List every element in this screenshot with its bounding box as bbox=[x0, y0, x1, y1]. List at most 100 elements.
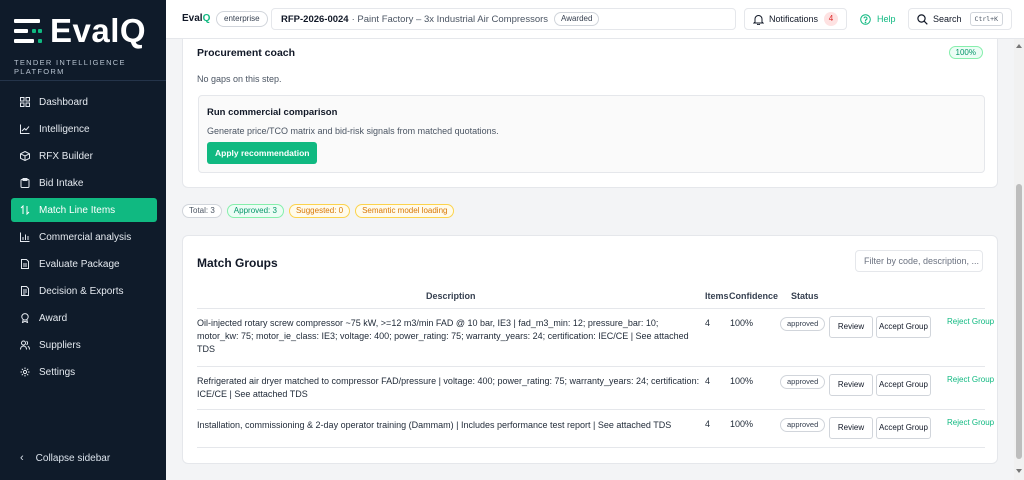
main-content: Procurement coach 100% No gaps on this s… bbox=[166, 39, 1014, 480]
match-summary: Total: 3 Approved: 3 Suggested: 0 Semant… bbox=[182, 204, 455, 218]
sidebar-item-label: Commercial analysis bbox=[39, 231, 132, 243]
notifications-button[interactable]: Notifications 4 bbox=[744, 8, 848, 30]
cube-icon bbox=[20, 151, 30, 161]
row-items: 4 bbox=[705, 318, 711, 328]
coach-progress-badge: 100% bbox=[948, 46, 983, 59]
review-button[interactable]: Review bbox=[829, 316, 873, 338]
suggested-badge: Suggested: 0 bbox=[288, 204, 351, 218]
row-confidence: 100% bbox=[730, 419, 754, 429]
column-header-confidence: Confidence bbox=[729, 291, 779, 301]
sidebar-divider bbox=[0, 80, 166, 81]
help-circle-icon bbox=[860, 13, 871, 25]
sidebar-item-label: Decision & Exports bbox=[39, 285, 124, 297]
match-groups-title: Match Groups bbox=[197, 256, 278, 270]
table-divider bbox=[197, 366, 985, 367]
column-header-items: Items bbox=[705, 291, 729, 301]
vertical-scrollbar[interactable] bbox=[1014, 39, 1024, 480]
recommendation-description: Generate price/TCO matrix and bid-risk s… bbox=[207, 126, 499, 136]
clipboard-icon bbox=[20, 178, 30, 188]
accept-group-button[interactable]: Accept Group bbox=[876, 316, 931, 338]
recommendation-panel: Run commercial comparison Generate price… bbox=[198, 95, 985, 173]
row-confidence: 100% bbox=[730, 376, 754, 386]
row-confidence: 100% bbox=[730, 318, 754, 328]
search-label: Search bbox=[933, 14, 962, 24]
accept-group-button[interactable]: Accept Group bbox=[876, 417, 931, 439]
sidebar-item-match-line-items[interactable]: Match Line Items bbox=[11, 198, 157, 222]
coach-title: Procurement coach bbox=[197, 47, 296, 59]
sidebar-item-intelligence[interactable]: Intelligence bbox=[11, 117, 157, 141]
sidebar-item-dashboard[interactable]: Dashboard bbox=[11, 90, 157, 114]
column-header-description: Description bbox=[426, 291, 476, 301]
sidebar-item-label: Evaluate Package bbox=[39, 258, 120, 270]
reject-group-button[interactable]: Reject Group bbox=[947, 317, 994, 327]
scroll-up-icon[interactable] bbox=[1016, 44, 1022, 48]
search-button[interactable]: Search Ctrl+K bbox=[908, 8, 1013, 30]
sidebar: EvalQ TENDER INTELLIGENCE PLATFORM Dashb… bbox=[0, 0, 166, 480]
row-status-badge: approved bbox=[780, 375, 826, 389]
plan-badge: enterprise bbox=[216, 11, 268, 27]
logo-tagline: TENDER INTELLIGENCE PLATFORM bbox=[14, 58, 126, 76]
collapse-sidebar-button[interactable]: ‹ Collapse sidebar bbox=[20, 452, 110, 464]
row-items: 4 bbox=[705, 376, 711, 386]
notifications-count-badge: 4 bbox=[824, 12, 839, 26]
sidebar-item-settings[interactable]: Settings bbox=[11, 360, 157, 384]
bar-chart-icon bbox=[20, 232, 30, 242]
rfp-selector[interactable]: RFP-2026-0024 · Paint Factory – 3x Indus… bbox=[271, 8, 736, 30]
sidebar-nav: Dashboard Intelligence RFX Builder Bid I… bbox=[11, 90, 157, 387]
swap-arrows-icon bbox=[20, 205, 30, 215]
brand-name: EvalQ bbox=[182, 13, 211, 24]
coach-note: No gaps on this step. bbox=[197, 74, 282, 84]
sidebar-item-evaluate-package[interactable]: Evaluate Package bbox=[11, 252, 157, 276]
gear-icon bbox=[20, 367, 30, 377]
apply-recommendation-button[interactable]: Apply recommendation bbox=[207, 142, 318, 164]
row-items: 4 bbox=[705, 419, 711, 429]
logo-text: EvalQ bbox=[50, 12, 147, 49]
sidebar-item-label: Dashboard bbox=[39, 96, 88, 108]
sidebar-item-label: Suppliers bbox=[39, 339, 81, 351]
table-divider bbox=[197, 409, 985, 410]
logo[interactable]: EvalQ bbox=[14, 14, 146, 48]
help-button[interactable]: Help bbox=[860, 8, 896, 30]
rfp-code: RFP-2026-0024 bbox=[281, 13, 349, 25]
sidebar-item-rfx-builder[interactable]: RFX Builder bbox=[11, 144, 157, 168]
match-groups-card: Match Groups Filter by code, description… bbox=[182, 235, 998, 464]
review-button[interactable]: Review bbox=[829, 374, 873, 396]
row-status-badge: approved bbox=[780, 317, 826, 331]
sidebar-item-label: Award bbox=[39, 312, 68, 324]
scrollbar-thumb[interactable] bbox=[1016, 184, 1022, 459]
reject-group-button[interactable]: Reject Group bbox=[947, 418, 994, 428]
grid-icon bbox=[20, 97, 30, 107]
filter-input[interactable]: Filter by code, description, ... bbox=[855, 250, 983, 272]
procurement-coach-card: Procurement coach 100% No gaps on this s… bbox=[182, 39, 998, 188]
top-bar: EvalQ enterprise RFP-2026-0024 · Paint F… bbox=[166, 0, 1024, 39]
sidebar-item-award[interactable]: Award bbox=[11, 306, 157, 330]
sidebar-item-commercial-analysis[interactable]: Commercial analysis bbox=[11, 225, 157, 249]
sidebar-item-suppliers[interactable]: Suppliers bbox=[11, 333, 157, 357]
recommendation-title: Run commercial comparison bbox=[207, 107, 338, 118]
sidebar-item-decision-exports[interactable]: Decision & Exports bbox=[11, 279, 157, 303]
reject-group-button[interactable]: Reject Group bbox=[947, 375, 994, 385]
scroll-down-icon[interactable] bbox=[1016, 469, 1022, 473]
sidebar-item-label: Settings bbox=[39, 366, 76, 378]
rfp-status-badge: Awarded bbox=[554, 12, 600, 26]
table-divider bbox=[197, 447, 985, 448]
trend-chart-icon bbox=[20, 124, 30, 134]
row-description: Installation, commissioning & 2-day oper… bbox=[197, 420, 672, 430]
users-icon bbox=[20, 340, 30, 350]
document-icon bbox=[21, 259, 29, 269]
accept-group-button[interactable]: Accept Group bbox=[876, 374, 931, 396]
chevron-left-icon: ‹ bbox=[20, 452, 24, 464]
rfp-title: · Paint Factory – 3x Industrial Air Comp… bbox=[351, 13, 549, 25]
sidebar-item-bid-intake[interactable]: Bid Intake bbox=[11, 171, 157, 195]
search-shortcut: Ctrl+K bbox=[969, 12, 1004, 26]
logo-mark-icon bbox=[14, 16, 44, 46]
review-button[interactable]: Review bbox=[829, 417, 873, 439]
award-icon bbox=[21, 313, 29, 323]
notifications-label: Notifications bbox=[769, 14, 819, 24]
app-window: EvalQ TENDER INTELLIGENCE PLATFORM Dashb… bbox=[0, 0, 1024, 480]
collapse-sidebar-label: Collapse sidebar bbox=[35, 452, 111, 464]
row-description: Oil-injected rotary screw compressor ~75… bbox=[197, 318, 689, 354]
sidebar-item-label: Bid Intake bbox=[39, 177, 84, 189]
help-label: Help bbox=[877, 14, 896, 24]
file-export-icon bbox=[21, 286, 29, 296]
